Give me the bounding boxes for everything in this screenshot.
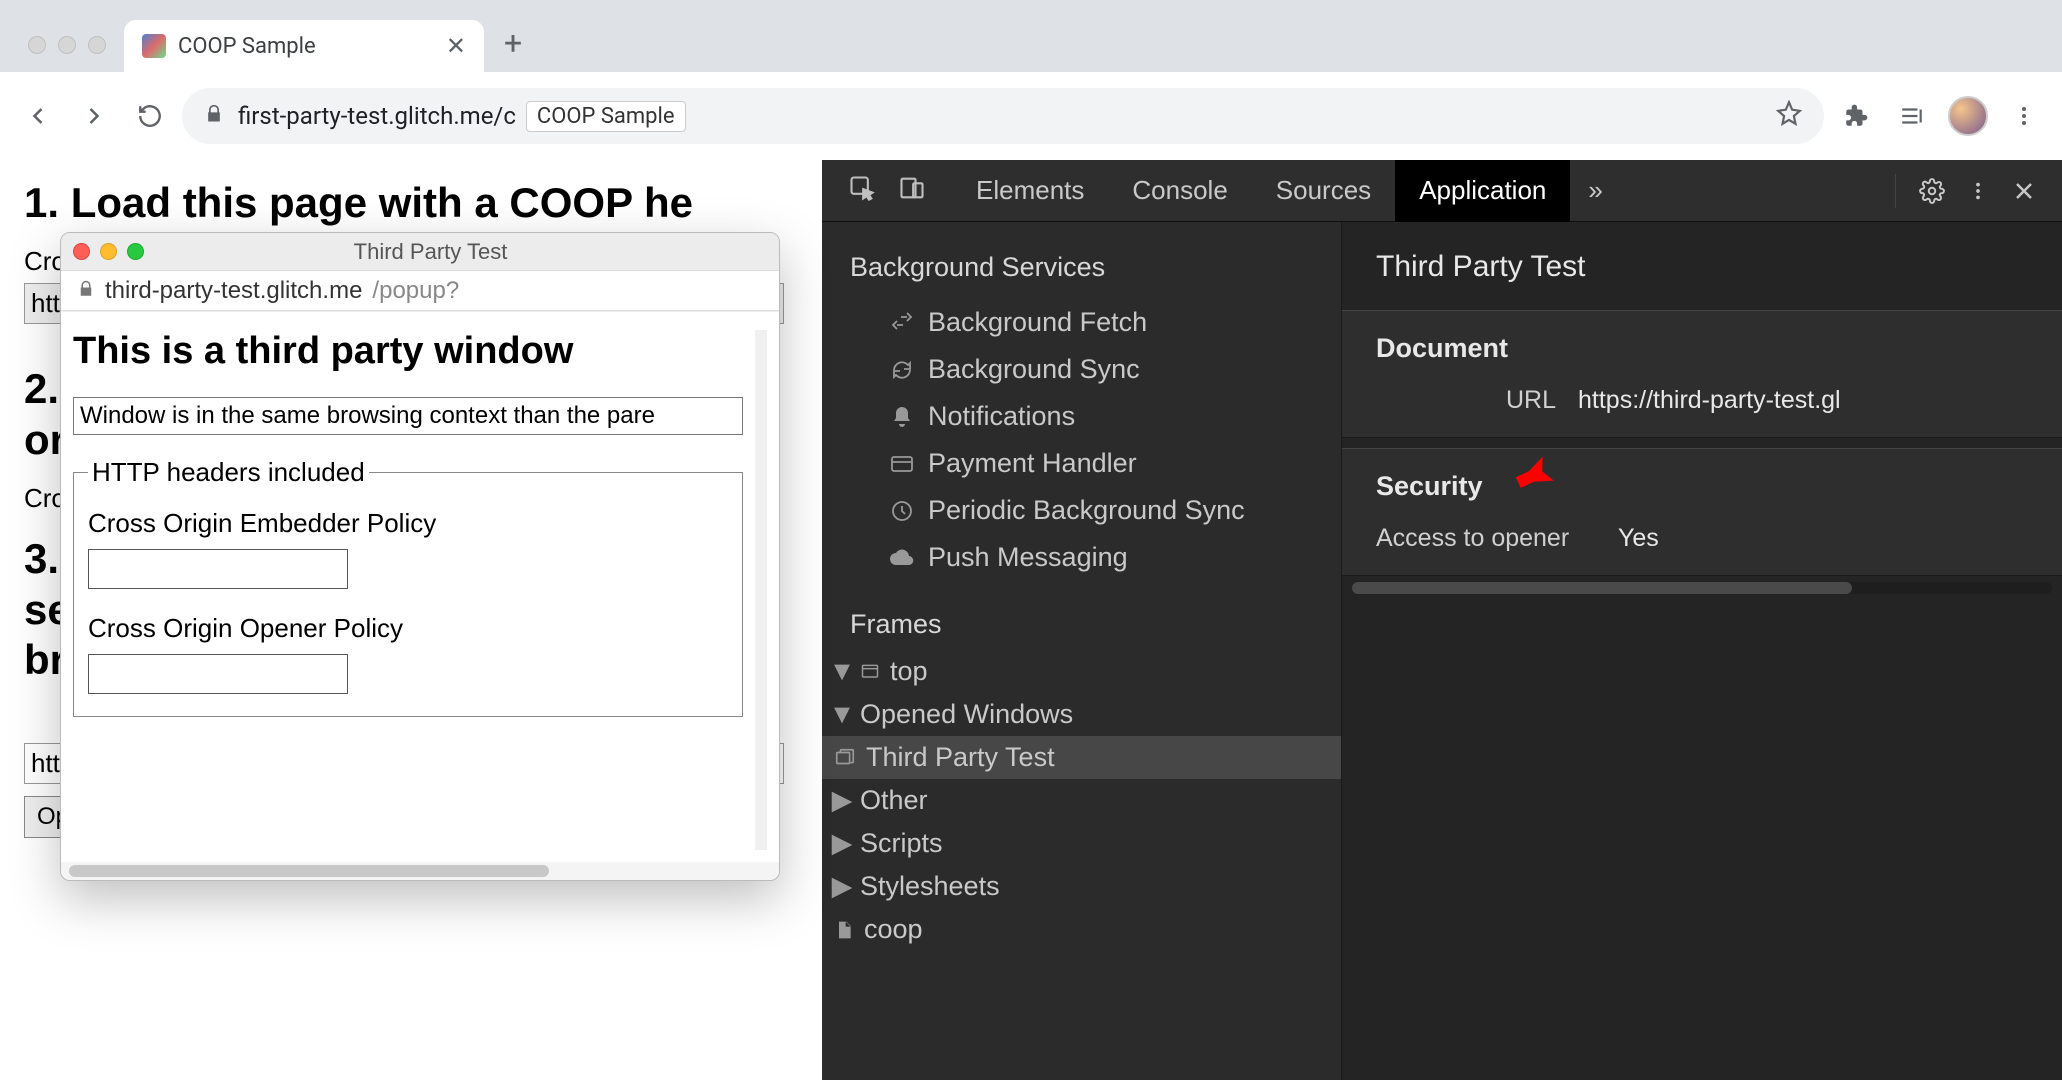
star-icon[interactable]: [1776, 100, 1802, 132]
popup-close[interactable]: [73, 243, 90, 260]
url-tooltip: COOP Sample: [526, 101, 686, 132]
address-bar[interactable]: first-party-test.glitch.me/c COOP Sample: [182, 88, 1824, 144]
sidebar-item-bg-sync[interactable]: Background Sync: [822, 346, 1341, 393]
section-bg-services: Background Services: [822, 242, 1341, 293]
window-maximize[interactable]: [88, 36, 106, 54]
popup-window: Third Party Test third-party-test.glitch…: [60, 232, 780, 881]
devtools-tabs: Elements Console Sources Application »: [822, 160, 2062, 222]
frame-coop-file[interactable]: coop: [822, 908, 1341, 951]
forward-button[interactable]: [70, 92, 118, 140]
window-close[interactable]: [28, 36, 46, 54]
coep-field[interactable]: [88, 549, 348, 589]
access-row: Access to opener Yes: [1342, 506, 2062, 575]
coep-label: Cross Origin Embedder Policy: [88, 508, 728, 539]
tab-elements[interactable]: Elements: [952, 160, 1108, 222]
fieldset-legend: HTTP headers included: [88, 457, 369, 488]
detail-scrollbar[interactable]: [1352, 582, 2052, 594]
frame-stylesheets[interactable]: ▶Stylesheets: [822, 865, 1341, 908]
popup-address-bar[interactable]: third-party-test.glitch.me/popup?: [61, 271, 779, 311]
kebab-icon[interactable]: [1958, 171, 1998, 211]
section-frames: Frames: [822, 599, 1341, 650]
close-icon[interactable]: ✕: [446, 32, 466, 60]
sidebar-item-push[interactable]: Push Messaging: [822, 534, 1341, 581]
popup-titlebar[interactable]: Third Party Test: [61, 233, 779, 271]
sidebar-item-bg-fetch[interactable]: Background Fetch: [822, 299, 1341, 346]
extensions-button[interactable]: [1832, 92, 1880, 140]
url-key: URL: [1376, 386, 1556, 415]
frame-opened-windows[interactable]: ▼Opened Windows: [822, 693, 1341, 736]
menu-button[interactable]: [2000, 92, 2048, 140]
document-heading: Document: [1342, 311, 2062, 368]
security-heading: Security: [1342, 449, 2062, 506]
sidebar-item-payment[interactable]: Payment Handler: [822, 440, 1341, 487]
browser-tab[interactable]: COOP Sample ✕: [124, 20, 484, 72]
gear-icon[interactable]: [1912, 171, 1952, 211]
favicon-icon: [142, 34, 166, 58]
toolbar: first-party-test.glitch.me/c COOP Sample: [0, 72, 2062, 160]
tab-console[interactable]: Console: [1108, 160, 1251, 222]
popup-heading: This is a third party window: [73, 330, 743, 373]
more-tabs-button[interactable]: »: [1570, 175, 1620, 206]
detail-title: Third Party Test: [1342, 244, 2062, 310]
popup-title: Third Party Test: [154, 239, 767, 265]
new-tab-button[interactable]: +: [484, 24, 542, 72]
devtools-detail: Third Party Test Document URL https://th…: [1342, 222, 2062, 1080]
context-field[interactable]: [73, 397, 743, 435]
coop-field[interactable]: [88, 654, 348, 694]
popup-maximize[interactable]: [127, 243, 144, 260]
popup-url-path: /popup?: [372, 277, 459, 305]
url-value: https://third-party-test.gl: [1578, 386, 1841, 415]
url-row: URL https://third-party-test.gl: [1342, 368, 2062, 437]
back-button[interactable]: [14, 92, 62, 140]
close-devtools-icon[interactable]: [2004, 171, 2044, 211]
devtools-sidebar: Background Services Background Fetch Bac…: [822, 222, 1342, 1080]
window-controls: [10, 36, 124, 72]
frame-third-party-test[interactable]: Third Party Test: [822, 736, 1341, 779]
access-value: Yes: [1618, 524, 1659, 553]
access-key: Access to opener: [1376, 524, 1596, 553]
sidebar-item-periodic-sync[interactable]: Periodic Background Sync: [822, 487, 1341, 534]
profile-button[interactable]: [1944, 92, 1992, 140]
coop-label: Cross Origin Opener Policy: [88, 613, 728, 644]
frame-top[interactable]: ▼top: [822, 650, 1341, 693]
frame-other[interactable]: ▶Other: [822, 779, 1341, 822]
popup-minimize[interactable]: [100, 243, 117, 260]
reload-button[interactable]: [126, 92, 174, 140]
tab-sources[interactable]: Sources: [1252, 160, 1395, 222]
popup-body: This is a third party window HTTP header…: [61, 311, 779, 862]
frame-scripts[interactable]: ▶Scripts: [822, 822, 1341, 865]
devtools-panel: Elements Console Sources Application » B…: [822, 160, 2062, 1080]
device-icon[interactable]: [898, 174, 926, 207]
avatar-icon: [1948, 96, 1988, 136]
url-text: first-party-test.glitch.me/c: [238, 102, 516, 130]
popup-url-host: third-party-test.glitch.me: [105, 277, 362, 305]
headers-fieldset: HTTP headers included Cross Origin Embed…: [73, 457, 743, 717]
tab-application[interactable]: Application: [1395, 160, 1570, 222]
horizontal-scrollbar[interactable]: [61, 862, 779, 880]
page-heading-1: 1. Load this page with a COOP he: [24, 178, 798, 228]
lock-icon: [77, 277, 95, 305]
sidebar-item-notifications[interactable]: Notifications: [822, 393, 1341, 440]
window-minimize[interactable]: [58, 36, 76, 54]
browser-chrome: COOP Sample ✕ + first-party-test.glitch.…: [0, 0, 2062, 160]
page-content: 1. Load this page with a COOP he Cro 2.o…: [0, 160, 822, 1080]
inspect-icon[interactable]: [848, 174, 876, 207]
reading-list-button[interactable]: [1888, 92, 1936, 140]
tab-strip: COOP Sample ✕ +: [0, 0, 2062, 72]
lock-icon: [204, 102, 224, 130]
tab-title: COOP Sample: [178, 34, 316, 59]
